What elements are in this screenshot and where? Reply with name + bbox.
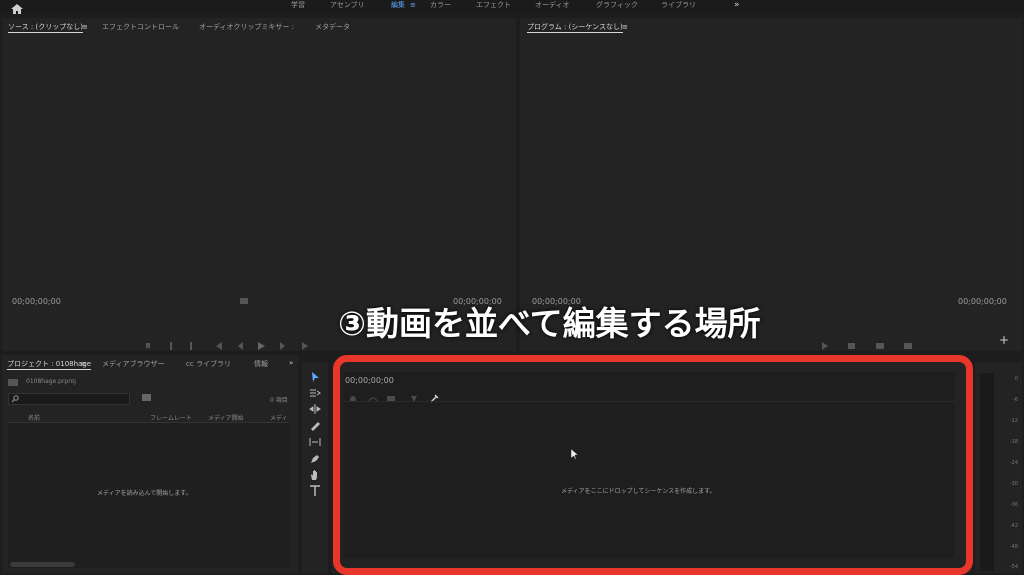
project-column-header	[8, 410, 290, 423]
folder-icon	[8, 379, 18, 386]
column-frame-rate[interactable]: フレームレート	[150, 413, 192, 422]
highlight-box	[333, 355, 973, 575]
hand-tool-icon[interactable]	[309, 466, 325, 480]
tab-project[interactable]: プロジェクト : 0108hage	[7, 359, 92, 370]
meter-label: 0	[1014, 376, 1018, 382]
meter-label: -54	[1009, 564, 1018, 570]
source-monitor-panel	[2, 18, 516, 351]
workspace-edit[interactable]: 編集	[391, 0, 405, 10]
slip-tool-icon[interactable]	[309, 433, 325, 447]
meter-label: -12	[1009, 418, 1018, 424]
meter-label: -48	[1009, 544, 1018, 550]
tab-audio-clip-mixer[interactable]: オーディオクリップミキサー :	[199, 22, 294, 32]
tab-metadata[interactable]: メタデータ	[315, 22, 350, 32]
meter-label: -42	[1009, 523, 1018, 529]
program-transport-controls	[820, 336, 920, 355]
source-menu-icon[interactable]: ≡	[82, 22, 88, 32]
tab-info[interactable]: 情報	[254, 359, 268, 369]
project-item-count: 0 項目	[270, 397, 288, 404]
meter-label: -6	[1013, 397, 1018, 403]
meter-label: -24	[1009, 460, 1018, 466]
column-name[interactable]: 名前	[28, 413, 40, 422]
program-timecode-right: 00;00;00;00	[958, 297, 1007, 306]
project-menu-icon[interactable]: ≡	[80, 359, 86, 369]
workspace-learn[interactable]: 学習	[291, 0, 305, 10]
project-overflow-icon[interactable]: »	[289, 358, 293, 368]
meter-label: -36	[1009, 502, 1018, 508]
type-tool-icon[interactable]	[309, 482, 325, 496]
tab-source[interactable]: ソース : (クリップなし)	[8, 22, 83, 33]
workspace-audio[interactable]: オーディオ	[535, 0, 570, 10]
new-bin-icon[interactable]	[142, 394, 151, 401]
workspace-libraries[interactable]: ライブラリ	[661, 0, 696, 10]
program-add-button[interactable]: +	[999, 333, 1009, 347]
source-timecode-left[interactable]: 00;00;00;00	[12, 297, 61, 306]
column-media-start[interactable]: メディア開始	[208, 413, 244, 422]
track-select-tool-icon[interactable]	[309, 384, 325, 398]
program-monitor-panel	[520, 18, 1022, 351]
project-scrollbar[interactable]	[10, 562, 75, 567]
project-file-name: 0108hage.prproj	[26, 378, 76, 385]
program-menu-icon[interactable]: ≡	[622, 22, 628, 32]
search-icon	[11, 395, 19, 403]
project-search-input[interactable]	[8, 393, 130, 405]
tab-media-browser[interactable]: メディアブラウザー	[102, 359, 165, 369]
workspace-overflow-icon[interactable]: »	[734, 0, 740, 10]
workspace-bar	[0, 0, 1024, 14]
tab-effect-controls[interactable]: エフェクトコントロール	[102, 22, 179, 32]
cc-libraries-icon: cc	[186, 360, 194, 368]
source-settings-icon[interactable]	[240, 298, 248, 304]
workspace-color[interactable]: カラー	[430, 0, 451, 10]
razor-tool-icon[interactable]	[309, 417, 325, 431]
column-media-more[interactable]: メディ	[270, 413, 288, 422]
pen-tool-icon[interactable]	[309, 450, 325, 464]
selection-tool-icon[interactable]	[309, 368, 325, 382]
workspace-effects[interactable]: エフェクト	[476, 0, 511, 10]
audio-meter-bar	[980, 373, 994, 571]
workspace-menu-icon[interactable]: ≡	[410, 0, 416, 10]
meter-label: -18	[1009, 439, 1018, 445]
workspace-assembly[interactable]: アセンブリ	[330, 0, 365, 10]
annotation-caption: ③動画を並べて編集する場所	[338, 304, 761, 343]
tab-libraries[interactable]: ライブラリ	[196, 359, 231, 369]
meter-label: -30	[1009, 481, 1018, 487]
tab-program[interactable]: プログラム : (シーケンスなし)	[527, 22, 623, 33]
project-empty-message: メディアを読み込んで開始します。	[97, 490, 192, 497]
ripple-edit-tool-icon[interactable]	[309, 400, 325, 414]
workspace-graphics[interactable]: グラフィック	[596, 0, 638, 10]
home-icon[interactable]	[10, 0, 24, 14]
